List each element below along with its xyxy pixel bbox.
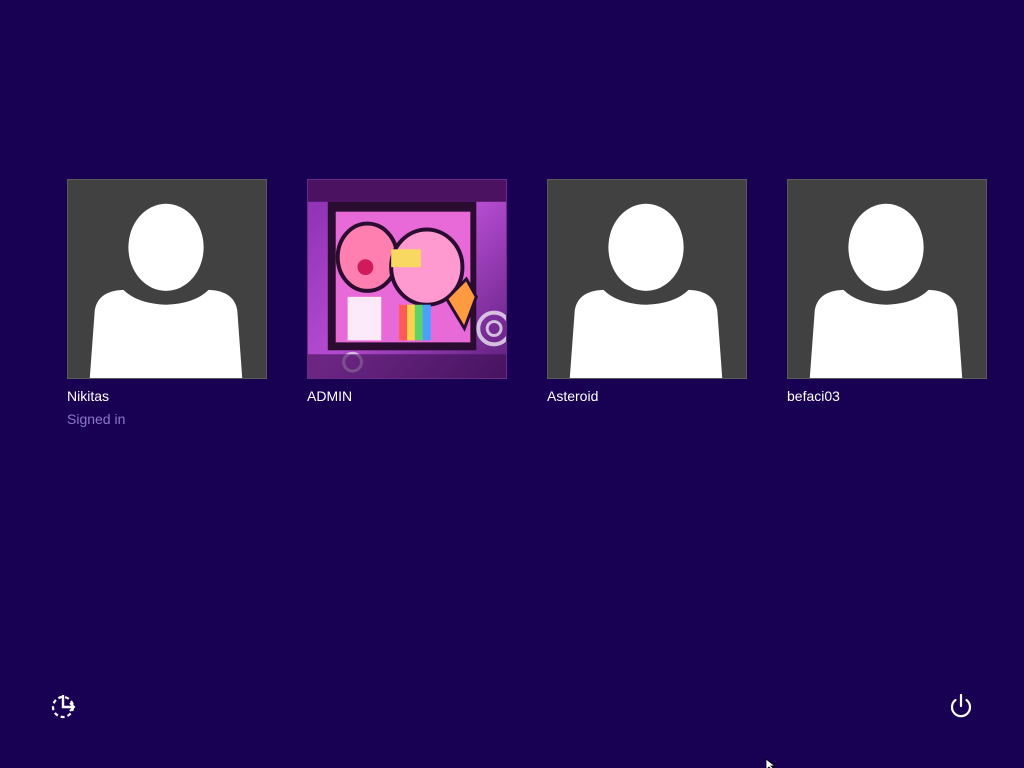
user-tile-asteroid[interactable]: Asteroid [547, 179, 747, 404]
user-name: Nikitas [67, 388, 110, 404]
user-name: Asteroid [547, 388, 599, 404]
user-avatar[interactable] [67, 179, 267, 379]
default-user-icon [809, 203, 963, 378]
default-user-icon [569, 203, 723, 378]
power-icon[interactable] [947, 692, 975, 720]
user-tile-befaci03[interactable]: befaci03 [787, 179, 987, 404]
mouse-cursor-icon [765, 757, 778, 768]
user-name: befaci03 [787, 388, 840, 404]
user-avatar-photo[interactable] [307, 179, 507, 379]
user-tile-admin[interactable]: ADMIN [307, 179, 507, 404]
user-status: Signed in [67, 411, 126, 427]
user-tile-nikitas[interactable]: Nikitas Signed in [67, 179, 267, 427]
user-avatar[interactable] [787, 179, 987, 379]
user-avatar[interactable] [547, 179, 747, 379]
avatar-photo-image [308, 180, 506, 378]
default-user-icon [89, 203, 243, 378]
ease-of-access-icon[interactable] [50, 692, 78, 720]
user-name: ADMIN [307, 388, 353, 404]
